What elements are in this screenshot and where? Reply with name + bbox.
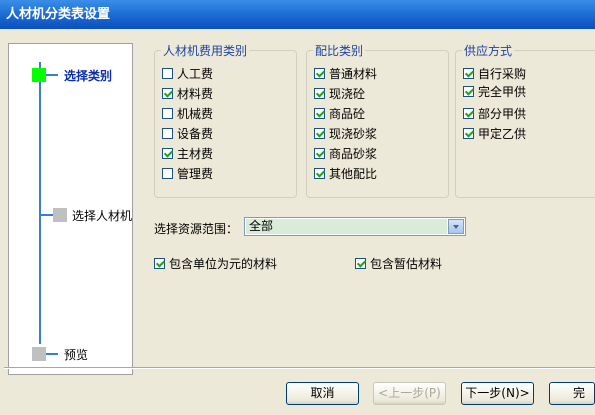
checkbox-material-cost[interactable]: 材料费 (162, 85, 213, 102)
chevron-down-icon[interactable] (448, 219, 464, 234)
checkbox-other-mix[interactable]: 其他配比 (314, 165, 377, 182)
step-label: 选择类别 (64, 69, 113, 83)
step-marker-active-icon (32, 68, 46, 82)
steps-connector-line (39, 62, 41, 344)
checkbox-box[interactable] (463, 108, 474, 119)
checkbox-commercial-mortar[interactable]: 商品砂浆 (314, 145, 377, 162)
checkbox-box[interactable] (162, 88, 173, 99)
resource-range-value: 全部 (246, 219, 447, 234)
step-connector (46, 353, 58, 355)
prev-button[interactable]: <上一步(P) (373, 382, 446, 405)
finish-button[interactable]: 完成 (549, 382, 595, 405)
checkbox-box[interactable] (463, 68, 474, 79)
checkbox-box[interactable] (162, 128, 173, 139)
cancel-button[interactable]: 取消 (286, 382, 359, 405)
checkbox-box[interactable] (355, 258, 366, 269)
checkbox-box[interactable] (463, 128, 474, 139)
checkbox-machine-cost[interactable]: 机械费 (162, 105, 213, 122)
checkbox-box[interactable] (314, 108, 325, 119)
checkbox-include-yuan-unit-materials[interactable]: 包含单位为元的材料 (154, 255, 277, 272)
checkbox-box[interactable] (314, 88, 325, 99)
checkbox-owner-specified-contractor-supplied[interactable]: 甲定乙供 (463, 125, 526, 142)
checkbox-fully-owner-supplied[interactable]: 完全甲供 (463, 83, 526, 100)
checkbox-box[interactable] (162, 168, 173, 179)
step-label: 选择人材机 (72, 209, 133, 223)
checkbox-cast-mortar[interactable]: 现浇砂浆 (314, 125, 377, 142)
checkbox-box[interactable] (314, 148, 325, 159)
group-title: 供应方式 (462, 42, 515, 59)
group-mix-category: 配比类别 普通材料 现浇砼 商品砼 现浇砂浆 商品砂浆 其他配比 (306, 42, 449, 198)
checkbox-box[interactable] (463, 86, 474, 97)
step-marker-icon (32, 347, 46, 361)
checkbox-management-cost[interactable]: 管理费 (162, 165, 213, 182)
checkbox-box[interactable] (162, 68, 173, 79)
checkbox-commercial-concrete[interactable]: 商品砼 (314, 105, 365, 122)
group-title: 配比类别 (313, 42, 366, 59)
checkbox-labor-cost[interactable]: 人工费 (162, 65, 213, 82)
dialog-body: 选择类别 选择人材机 预览 人材机费用类别 人工费 材料费 机械费 设备费 主材… (4, 29, 595, 411)
checkbox-box[interactable] (154, 258, 165, 269)
group-cost-category: 人材机费用类别 人工费 材料费 机械费 设备费 主材费 管理费 (154, 42, 297, 198)
checkbox-include-provisional-materials[interactable]: 包含暂估材料 (355, 255, 442, 272)
group-supply-method: 供应方式 自行采购 完全甲供 部分甲供 甲定乙供 (455, 42, 595, 198)
footer-divider (4, 367, 595, 369)
checkbox-box[interactable] (314, 128, 325, 139)
step-connector (46, 74, 58, 76)
step-label: 预览 (64, 348, 89, 362)
resource-range-select[interactable]: 全部 (244, 217, 466, 236)
checkbox-box[interactable] (314, 168, 325, 179)
step-connector (41, 214, 53, 216)
wizard-steps-panel: 选择类别 选择人材机 预览 (8, 43, 133, 375)
step-marker-icon (53, 208, 67, 222)
checkbox-equipment-cost[interactable]: 设备费 (162, 125, 213, 142)
checkbox-box[interactable] (162, 108, 173, 119)
group-title: 人材机费用类别 (161, 42, 250, 59)
checkbox-ordinary-material[interactable]: 普通材料 (314, 65, 377, 82)
checkbox-main-material-cost[interactable]: 主材费 (162, 145, 213, 162)
checkbox-partly-owner-supplied[interactable]: 部分甲供 (463, 105, 526, 122)
window-title: 人材机分类表设置 (0, 0, 595, 29)
checkbox-box[interactable] (162, 148, 173, 159)
checkbox-cast-concrete[interactable]: 现浇砼 (314, 85, 365, 102)
next-button[interactable]: 下一步(N)> (461, 382, 534, 405)
checkbox-self-purchase[interactable]: 自行采购 (463, 65, 526, 82)
checkbox-box[interactable] (314, 68, 325, 79)
resource-range-label: 选择资源范围： (154, 222, 239, 236)
